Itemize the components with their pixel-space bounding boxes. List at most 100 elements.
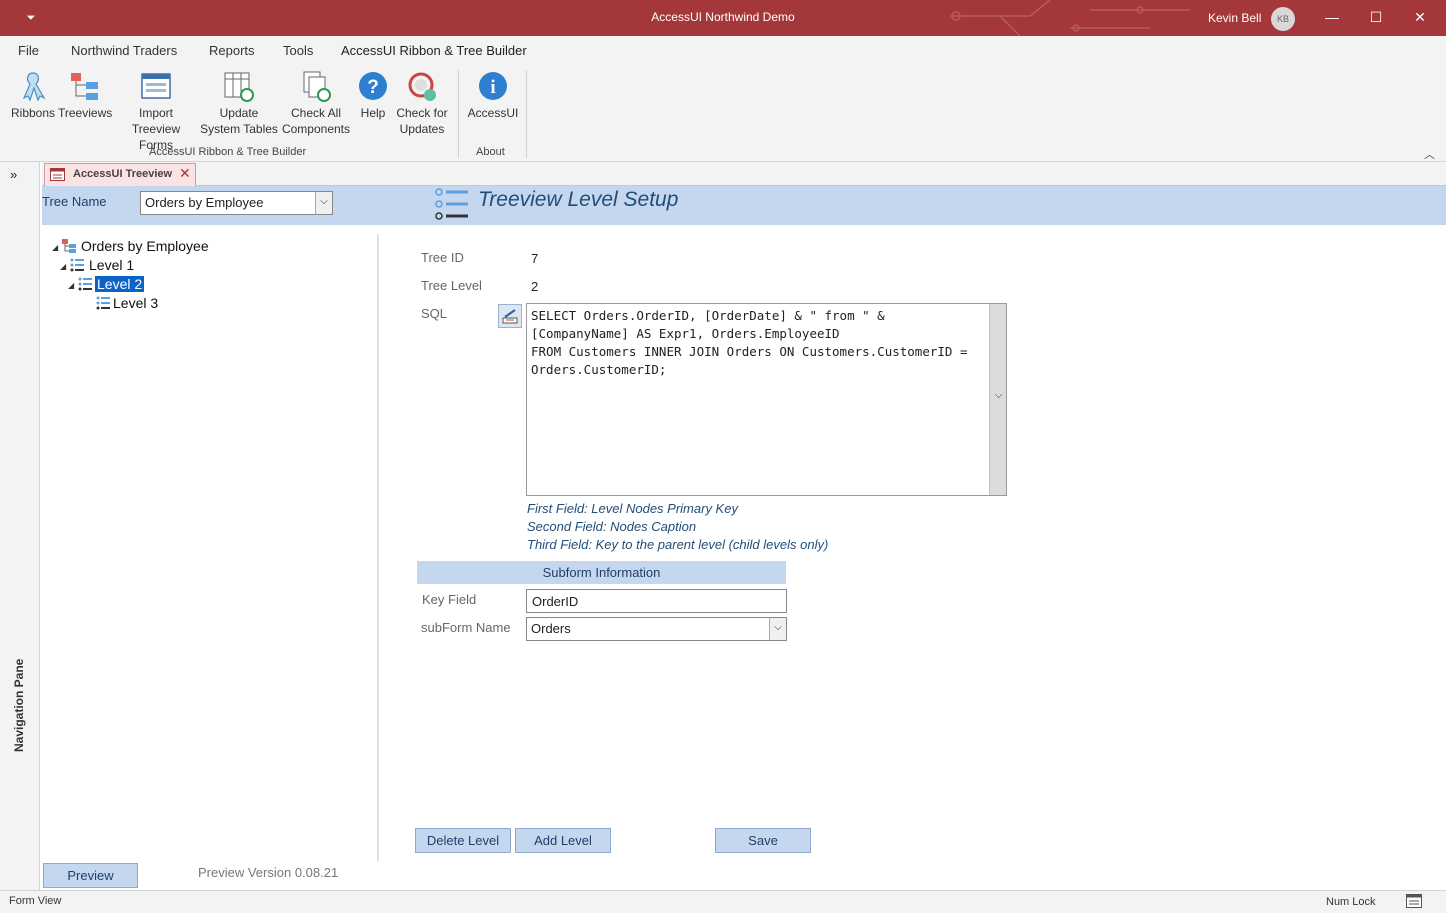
subform-name-value: Orders xyxy=(531,621,571,636)
document-tab-label: AccessUI Treeview xyxy=(73,168,173,180)
user-name[interactable]: Kevin Bell xyxy=(1208,11,1261,25)
chevron-down-icon[interactable]: ⌵ xyxy=(315,192,332,214)
tree-id-value: 7 xyxy=(531,251,539,266)
subform-name-combo[interactable]: Orders ⌵ xyxy=(526,617,787,641)
list-icon xyxy=(435,188,468,220)
note-third-field: Third Field: Key to the parent level (ch… xyxy=(527,537,829,552)
delete-level-button[interactable]: Delete Level xyxy=(415,828,511,853)
document-tab-strip: AccessUI Treeview ✕ xyxy=(42,162,1446,186)
expanded-triangle-icon[interactable]: ◢ xyxy=(52,243,58,252)
tree-level-icon xyxy=(70,258,84,272)
tree-level-value: 2 xyxy=(531,279,539,294)
key-field-value: OrderID xyxy=(532,594,579,609)
maximize-icon[interactable]: ☐ xyxy=(1365,6,1387,28)
import-label-1: Import xyxy=(138,106,173,120)
minimize-icon[interactable]: — xyxy=(1321,6,1343,28)
tab-accessui-ribbon-tree-builder[interactable]: AccessUI Ribbon & Tree Builder xyxy=(339,43,529,68)
query-builder-button[interactable] xyxy=(498,304,522,328)
updates-label-2: Updates xyxy=(399,122,445,136)
update-label-2: System Tables xyxy=(200,122,278,136)
tree-level-icon xyxy=(78,277,92,291)
key-field-label: Key Field xyxy=(422,592,477,607)
sql-text: SELECT Orders.OrderID, [OrderDate] & " f… xyxy=(531,308,968,377)
navigation-pane: » Navigation Pane xyxy=(0,162,40,890)
note-first-field: First Field: Level Nodes Primary Key xyxy=(527,501,738,516)
expanded-triangle-icon[interactable]: ◢ xyxy=(60,262,66,271)
tab-file[interactable]: File xyxy=(18,43,39,58)
num-lock-indicator: Num Lock xyxy=(1326,896,1376,908)
treeview-level-setup-form: Tree Name Orders by Employee ⌵ Treeview … xyxy=(42,186,1446,890)
ribbons-label: Ribbons xyxy=(10,106,56,120)
expanded-triangle-icon[interactable]: ◢ xyxy=(68,281,74,290)
tree-level-icon xyxy=(96,296,110,310)
title-bar: ⏷ AccessUI Northwind Demo Kevin Bell KB … xyxy=(0,0,1446,36)
add-level-button[interactable]: Add Level xyxy=(515,828,611,853)
ribbons-button[interactable]: Ribbons xyxy=(10,70,56,121)
status-bar: Form View Num Lock xyxy=(0,890,1446,913)
help-button[interactable]: ? Help xyxy=(356,70,390,121)
key-field-input[interactable]: OrderID xyxy=(526,589,787,613)
form-tab-icon xyxy=(50,168,65,181)
close-icon[interactable]: ✕ xyxy=(1409,6,1431,28)
tree-id-label: Tree ID xyxy=(421,250,464,265)
tree-level-label: Tree Level xyxy=(421,278,482,293)
preview-button[interactable]: Preview xyxy=(43,863,138,888)
svg-text:i: i xyxy=(490,77,495,98)
updates-label-1: Check for xyxy=(396,106,448,120)
tree-node-label: Level 1 xyxy=(89,257,135,273)
ribbon-icon xyxy=(22,72,46,102)
group-separator xyxy=(458,70,459,158)
chevron-down-icon[interactable]: ⌵ xyxy=(990,390,1007,401)
group-label-about: About xyxy=(476,146,505,158)
ribbon-tabs: File Northwind Traders Reports Tools Acc… xyxy=(0,36,1446,68)
svg-text:?: ? xyxy=(367,77,379,98)
subform-information-header: Subform Information xyxy=(417,561,786,584)
collapse-ribbon-icon[interactable]: ︿ xyxy=(1424,146,1435,162)
navigation-pane-label[interactable]: Navigation Pane xyxy=(12,659,26,752)
accessui-label: AccessUI xyxy=(467,106,519,120)
update-label-1: Update xyxy=(219,106,259,120)
update-system-tables-button[interactable]: Update System Tables xyxy=(200,70,278,137)
treeviews-button[interactable]: Treeviews xyxy=(58,70,112,121)
note-second-field: Second Field: Nodes Caption xyxy=(527,519,697,534)
form-title: Treeview Level Setup xyxy=(478,188,679,211)
help-icon: ? xyxy=(359,72,387,100)
accessui-about-button[interactable]: i AccessUI xyxy=(466,70,520,121)
close-tab-icon[interactable]: ✕ xyxy=(179,165,191,182)
version-label: Preview Version 0.08.21 xyxy=(198,865,339,880)
sql-textarea[interactable]: SELECT Orders.OrderID, [OrderDate] & " f… xyxy=(526,303,1007,496)
tab-tools[interactable]: Tools xyxy=(283,43,313,58)
treeviews-label: Treeviews xyxy=(58,106,113,120)
tree-name-label: Tree Name xyxy=(42,194,107,209)
tree-node-label: Orders by Employee xyxy=(81,238,209,254)
form-view-icon[interactable] xyxy=(1406,894,1422,908)
ribbon: Ribbons Treeviews Import Treeview Forms … xyxy=(0,64,1446,162)
group-label-builder: AccessUI Ribbon & Tree Builder xyxy=(149,146,307,158)
check-all-label-2: Components xyxy=(281,122,351,136)
tab-reports[interactable]: Reports xyxy=(209,43,255,58)
status-view: Form View xyxy=(9,895,62,907)
tab-northwind-traders[interactable]: Northwind Traders xyxy=(71,43,177,58)
subform-name-label: subForm Name xyxy=(421,620,511,635)
expand-nav-pane-icon[interactable]: » xyxy=(10,167,17,182)
check-components-icon xyxy=(303,71,331,102)
help-label: Help xyxy=(360,106,386,120)
avatar[interactable]: KB xyxy=(1271,7,1295,31)
query-builder-icon xyxy=(502,309,518,324)
tree-node-label-selected: Level 2 xyxy=(93,275,146,293)
check-for-updates-button[interactable]: Check for Updates xyxy=(394,70,450,137)
sql-scrollbar[interactable]: ⌵ xyxy=(989,304,1006,495)
tree-name-value: Orders by Employee xyxy=(145,195,264,210)
check-all-label-1: Check All xyxy=(290,106,342,120)
form-icon xyxy=(141,73,171,99)
tree-node-label: Level 3 xyxy=(113,295,159,311)
save-button[interactable]: Save xyxy=(715,828,811,853)
table-refresh-icon xyxy=(224,72,254,102)
document-tab-accessui-treeview[interactable]: AccessUI Treeview ✕ xyxy=(44,163,196,186)
tree-name-combo[interactable]: Orders by Employee ⌵ xyxy=(140,191,333,215)
check-all-components-button[interactable]: Check All Components xyxy=(280,70,352,137)
update-icon xyxy=(408,72,436,101)
chevron-down-icon[interactable]: ⌵ xyxy=(769,618,786,640)
import-treeview-forms-button[interactable]: Import Treeview Forms xyxy=(114,70,198,153)
splitter[interactable] xyxy=(377,234,379,861)
